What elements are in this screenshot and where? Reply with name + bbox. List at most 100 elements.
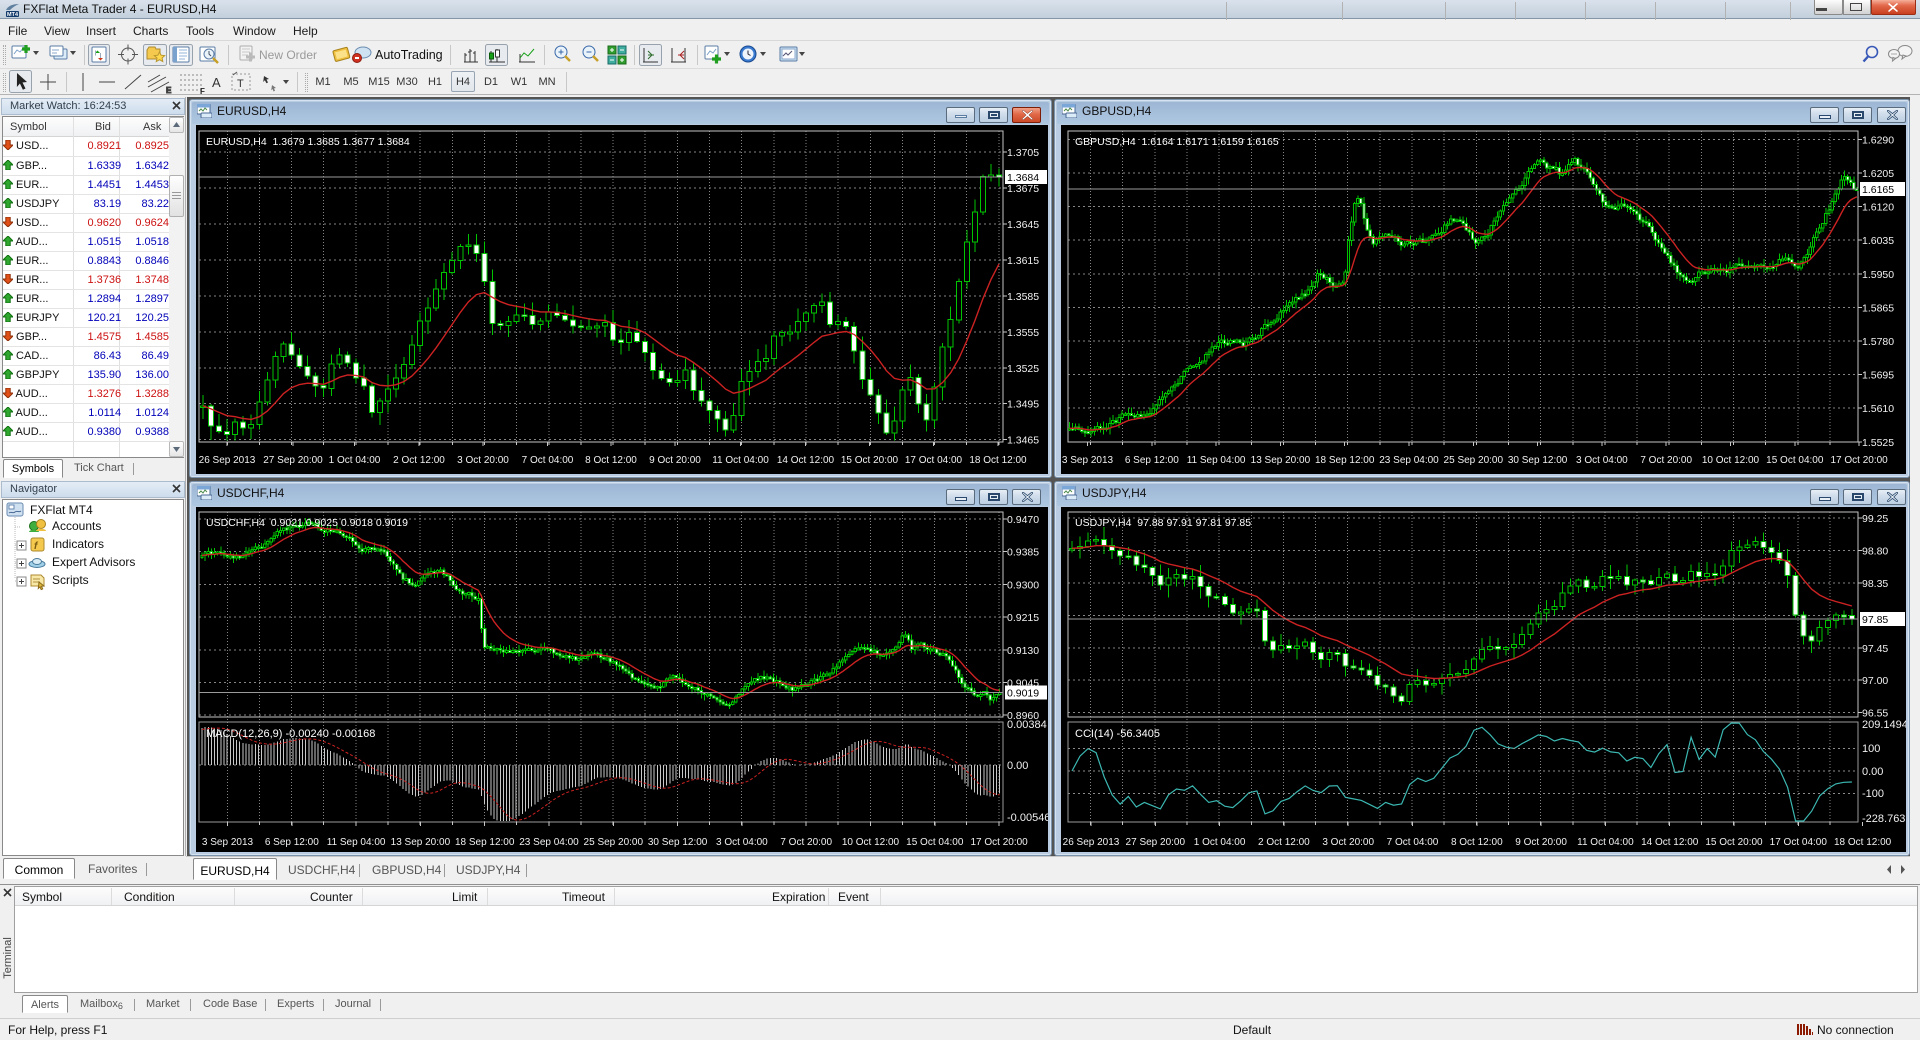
svg-text:1.3465: 1.3465 bbox=[1007, 435, 1039, 447]
svg-text:Indicators: Indicators bbox=[52, 537, 104, 551]
svg-text:GBPUSD,H4 1.6164 1.6171 1.615: GBPUSD,H4 1.6164 1.6171 1.6159 1.6165 bbox=[1075, 136, 1279, 148]
svg-text:99.25: 99.25 bbox=[1862, 513, 1888, 525]
svg-text:13 Sep 20:00: 13 Sep 20:00 bbox=[1251, 455, 1311, 466]
svg-text:1.6205: 1.6205 bbox=[1862, 168, 1894, 180]
svg-text:26 Sep 2013: 26 Sep 2013 bbox=[1063, 837, 1120, 848]
svg-text:8 Oct 12:00: 8 Oct 12:00 bbox=[1451, 837, 1503, 848]
svg-text:17 Oct 20:00: 17 Oct 20:00 bbox=[970, 837, 1028, 848]
svg-text:MT4: MT4 bbox=[7, 12, 19, 18]
svg-text:AutoTrading: AutoTrading bbox=[375, 48, 443, 62]
svg-text:11 Sep 04:00: 11 Sep 04:00 bbox=[327, 837, 386, 848]
svg-text:1.5950: 1.5950 bbox=[1862, 269, 1894, 281]
svg-text:0.9019: 0.9019 bbox=[1007, 688, 1039, 700]
svg-text:97.45: 97.45 bbox=[1862, 643, 1888, 655]
svg-text:1.3615: 1.3615 bbox=[1007, 255, 1039, 267]
svg-text:100: 100 bbox=[1862, 743, 1880, 755]
svg-text:1.3495: 1.3495 bbox=[1007, 399, 1039, 411]
svg-text:Scripts: Scripts bbox=[52, 573, 89, 587]
svg-text:18 Oct 12:00: 18 Oct 12:00 bbox=[1834, 837, 1892, 848]
svg-text:209.1494: 209.1494 bbox=[1862, 719, 1906, 731]
svg-text:USDJPY,H4 97.88 97.91 97.81 9: USDJPY,H4 97.88 97.91 97.81 97.85 bbox=[1075, 517, 1251, 529]
svg-text:Expert Advisors: Expert Advisors bbox=[52, 555, 135, 569]
svg-text:25 Sep 20:00: 25 Sep 20:00 bbox=[584, 837, 644, 848]
svg-text:96.55: 96.55 bbox=[1862, 708, 1888, 720]
svg-text:11 Oct 04:00: 11 Oct 04:00 bbox=[1577, 837, 1634, 848]
svg-text:USDCHF,H4 0.9021 0.9025 0.901: USDCHF,H4 0.9021 0.9025 0.9018 0.9019 bbox=[206, 517, 408, 529]
svg-text:3 Oct 04:00: 3 Oct 04:00 bbox=[716, 837, 768, 848]
svg-text:Accounts: Accounts bbox=[52, 519, 101, 533]
svg-text:2 Oct 12:00: 2 Oct 12:00 bbox=[393, 455, 445, 466]
svg-text:18 Oct 12:00: 18 Oct 12:00 bbox=[969, 455, 1027, 466]
svg-text:3 Oct 20:00: 3 Oct 20:00 bbox=[1322, 837, 1374, 848]
svg-text:3 Sep 2013: 3 Sep 2013 bbox=[202, 837, 254, 848]
svg-text:18 Sep 12:00: 18 Sep 12:00 bbox=[1315, 455, 1375, 466]
svg-text:15 Oct 04:00: 15 Oct 04:00 bbox=[1766, 455, 1824, 466]
svg-text:6 Sep 12:00: 6 Sep 12:00 bbox=[265, 837, 319, 848]
svg-text:11 Oct 04:00: 11 Oct 04:00 bbox=[712, 455, 769, 466]
svg-text:1.3585: 1.3585 bbox=[1007, 291, 1039, 303]
svg-text:8 Oct 12:00: 8 Oct 12:00 bbox=[585, 455, 637, 466]
svg-text:A: A bbox=[212, 75, 221, 90]
svg-text:98.35: 98.35 bbox=[1862, 578, 1888, 590]
svg-text:1.6035: 1.6035 bbox=[1862, 235, 1894, 247]
svg-text:7 Oct 20:00: 7 Oct 20:00 bbox=[780, 837, 832, 848]
svg-text:1.6165: 1.6165 bbox=[1862, 184, 1894, 196]
svg-text:23 Sep 04:00: 23 Sep 04:00 bbox=[519, 837, 579, 848]
svg-text:1.5695: 1.5695 bbox=[1862, 370, 1894, 382]
svg-text:27 Sep 20:00: 27 Sep 20:00 bbox=[1126, 837, 1186, 848]
svg-text:30 Sep 12:00: 30 Sep 12:00 bbox=[648, 837, 708, 848]
svg-text:25 Sep 20:00: 25 Sep 20:00 bbox=[1444, 455, 1504, 466]
svg-text:1.6290: 1.6290 bbox=[1862, 134, 1894, 146]
svg-text:11 Sep 04:00: 11 Sep 04:00 bbox=[1187, 455, 1246, 466]
svg-text:1.5525: 1.5525 bbox=[1862, 437, 1894, 449]
svg-text:14 Oct 12:00: 14 Oct 12:00 bbox=[777, 455, 835, 466]
svg-text:23 Sep 04:00: 23 Sep 04:00 bbox=[1379, 455, 1439, 466]
svg-text:15 Oct 20:00: 15 Oct 20:00 bbox=[841, 455, 899, 466]
svg-text:97.00: 97.00 bbox=[1862, 675, 1888, 687]
svg-text:0.00: 0.00 bbox=[1862, 766, 1883, 778]
svg-text:26 Sep 2013: 26 Sep 2013 bbox=[199, 455, 256, 466]
svg-text:EURUSD,H4 1.3679 1.3685 1.367: EURUSD,H4 1.3679 1.3685 1.3677 1.3684 bbox=[206, 136, 410, 148]
svg-text:New Order: New Order bbox=[259, 48, 317, 62]
svg-text:6 Sep 12:00: 6 Sep 12:00 bbox=[1125, 455, 1179, 466]
svg-text:1.3675: 1.3675 bbox=[1007, 183, 1039, 195]
svg-text:CCI(14) -56.3405: CCI(14) -56.3405 bbox=[1075, 728, 1160, 740]
svg-text:27 Sep 20:00: 27 Sep 20:00 bbox=[263, 455, 323, 466]
svg-text:0.9385: 0.9385 bbox=[1007, 547, 1039, 559]
svg-text:1.3684: 1.3684 bbox=[1007, 172, 1039, 184]
svg-text:-0.00546: -0.00546 bbox=[1007, 812, 1048, 824]
svg-text:0.00384: 0.00384 bbox=[1007, 719, 1047, 731]
svg-text:0.9130: 0.9130 bbox=[1007, 645, 1039, 657]
svg-text:0.00: 0.00 bbox=[1007, 760, 1028, 772]
svg-text:1.6120: 1.6120 bbox=[1862, 202, 1894, 214]
svg-text:MACD(12,26,9) -0.00240 -0.0016: MACD(12,26,9) -0.00240 -0.00168 bbox=[206, 728, 375, 740]
svg-text:7 Oct 04:00: 7 Oct 04:00 bbox=[1387, 837, 1439, 848]
svg-text:-228.763: -228.763 bbox=[1862, 813, 1905, 825]
svg-text:13 Sep 20:00: 13 Sep 20:00 bbox=[391, 837, 451, 848]
svg-text:2 Oct 12:00: 2 Oct 12:00 bbox=[1258, 837, 1310, 848]
svg-text:10 Oct 12:00: 10 Oct 12:00 bbox=[1702, 455, 1760, 466]
svg-text:1 Oct 04:00: 1 Oct 04:00 bbox=[1194, 837, 1246, 848]
svg-text:7 Oct 04:00: 7 Oct 04:00 bbox=[522, 455, 574, 466]
svg-text:F: F bbox=[200, 87, 205, 95]
svg-text:0.9300: 0.9300 bbox=[1007, 579, 1039, 591]
svg-text:17 Oct 04:00: 17 Oct 04:00 bbox=[905, 455, 963, 466]
svg-text:1 Oct 04:00: 1 Oct 04:00 bbox=[329, 455, 381, 466]
svg-text:98.80: 98.80 bbox=[1862, 546, 1888, 558]
svg-text:-100: -100 bbox=[1862, 788, 1884, 800]
svg-text:1.5780: 1.5780 bbox=[1862, 336, 1894, 348]
svg-text:FXFlat MT4: FXFlat MT4 bbox=[30, 503, 93, 517]
svg-text:15 Oct 20:00: 15 Oct 20:00 bbox=[1705, 837, 1763, 848]
svg-text:0.9470: 0.9470 bbox=[1007, 514, 1039, 526]
svg-text:10 Oct 12:00: 10 Oct 12:00 bbox=[842, 837, 900, 848]
svg-text:1.5865: 1.5865 bbox=[1862, 302, 1894, 314]
svg-text:9 Oct 20:00: 9 Oct 20:00 bbox=[1515, 837, 1567, 848]
svg-text:E: E bbox=[166, 86, 172, 95]
svg-text:3 Oct 04:00: 3 Oct 04:00 bbox=[1576, 455, 1628, 466]
svg-text:0.9215: 0.9215 bbox=[1007, 612, 1039, 624]
svg-text:1.3525: 1.3525 bbox=[1007, 363, 1039, 375]
svg-text:9 Oct 20:00: 9 Oct 20:00 bbox=[649, 455, 701, 466]
svg-text:3 Sep 2013: 3 Sep 2013 bbox=[1062, 455, 1114, 466]
svg-text:1.3555: 1.3555 bbox=[1007, 327, 1039, 339]
svg-text:18 Sep 12:00: 18 Sep 12:00 bbox=[455, 837, 515, 848]
